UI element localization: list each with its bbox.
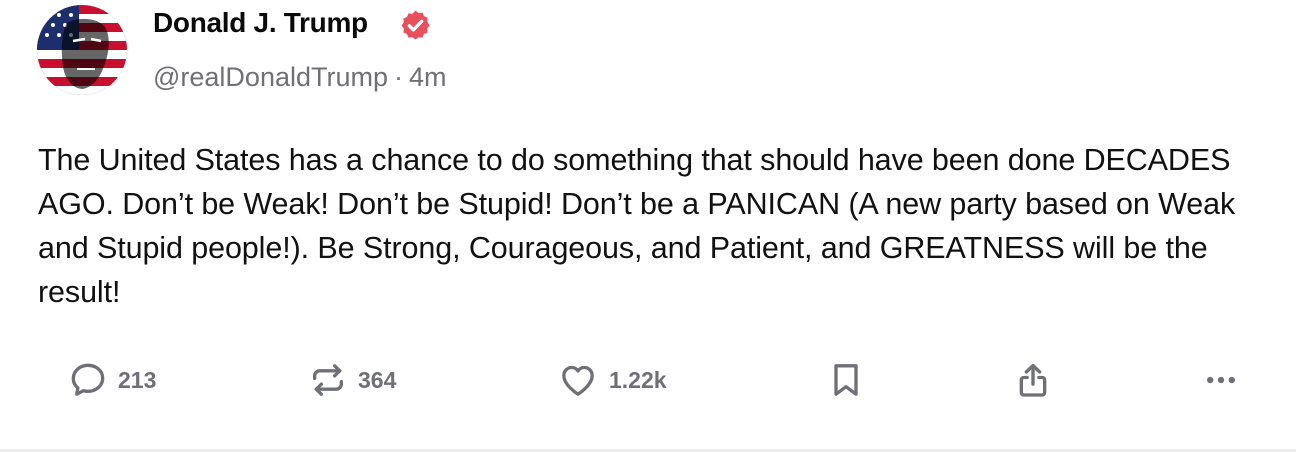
reply-button[interactable]: 213 <box>68 358 156 402</box>
bookmark-button[interactable] <box>826 358 866 402</box>
like-count: 1.22k <box>609 366 667 393</box>
post-timestamp[interactable]: 4m <box>409 62 447 92</box>
avatar[interactable] <box>37 5 127 95</box>
author-handle[interactable]: @realDonaldTrump <box>153 62 388 92</box>
reply-count: 213 <box>118 366 157 393</box>
like-button[interactable]: 1.22k <box>557 358 667 402</box>
repost-arrows-icon <box>313 364 343 396</box>
repost-button[interactable]: 364 <box>308 358 396 402</box>
verified-badge-icon <box>401 10 430 40</box>
post-meta: @realDonaldTrump · 4m <box>153 62 447 93</box>
avatar-image <box>37 5 127 95</box>
repost-count: 364 <box>358 366 397 393</box>
bookmark-icon <box>834 364 858 396</box>
more-options-button[interactable] <box>1199 358 1243 402</box>
share-icon <box>1019 363 1047 397</box>
author-name[interactable]: Donald J. Trump <box>153 7 368 39</box>
share-button[interactable] <box>1013 358 1053 402</box>
meta-separator: · <box>394 62 403 92</box>
heart-icon <box>562 365 594 396</box>
ellipsis-icon <box>1207 376 1235 384</box>
post-card: Donald J. Trump @realDonaldTrump · 4m The … <box>0 0 1296 452</box>
speech-bubble-icon <box>71 363 105 396</box>
post-body-text: The United States has a chance to do som… <box>38 143 1236 309</box>
